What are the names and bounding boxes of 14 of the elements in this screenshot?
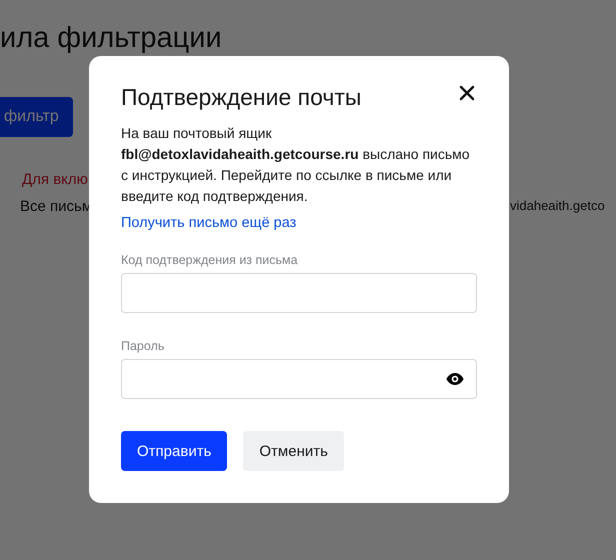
cancel-button[interactable]: Отменить (243, 431, 344, 471)
notice-text: Для вклю (22, 171, 88, 188)
submit-button[interactable]: Отправить (121, 431, 228, 471)
password-field[interactable] (121, 359, 477, 399)
field-label: Пароль (121, 339, 166, 353)
close-icon[interactable] (459, 85, 475, 101)
resend-link[interactable]: Получить письмо ещё раз (121, 215, 296, 231)
description-text: vidaheaith.getco (510, 198, 605, 213)
field-label: Код подтверждения из письма (121, 253, 299, 267)
dialog-title: Подтверждение почты (121, 84, 362, 111)
page-title: ила фильтрации (0, 22, 223, 54)
eye-icon[interactable] (446, 373, 464, 385)
dialog-message: На ваш почтовый ящик fbl@detoxlavidaheaith.getcourse.ru выслано письмо с инструкцией. Перейдите по ссылке в письме или введите код подтверждения. (121, 124, 471, 206)
code-field[interactable] (121, 273, 477, 313)
